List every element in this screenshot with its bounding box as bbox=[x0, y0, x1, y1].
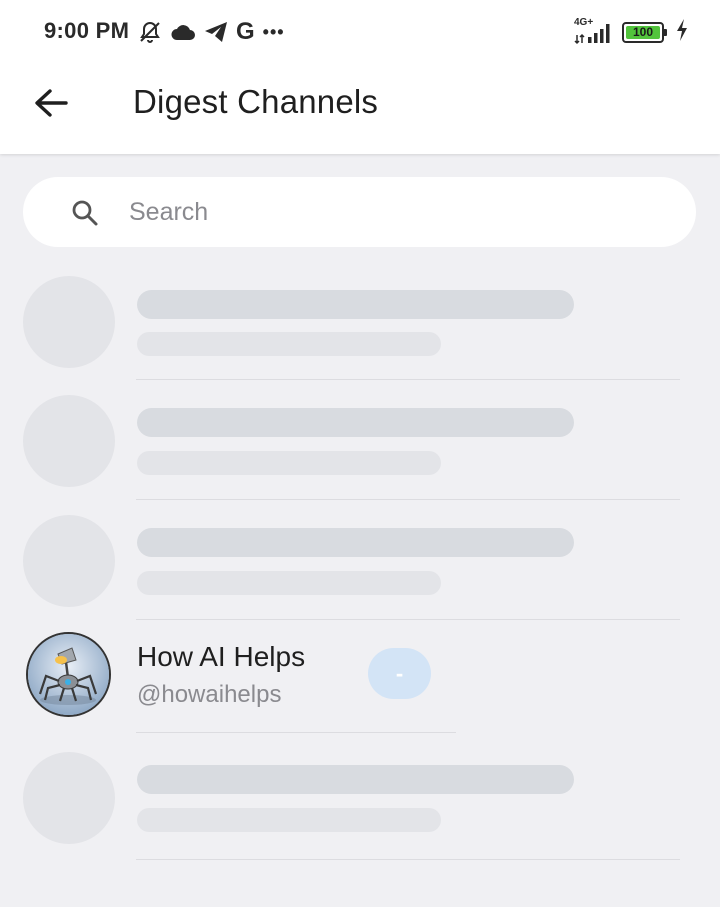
channel-skeleton-row bbox=[0, 381, 720, 500]
channel-skeleton-row bbox=[0, 738, 720, 860]
signal-icon: 4G+ bbox=[574, 17, 614, 45]
status-notification-icons: G ••• bbox=[138, 18, 285, 46]
channel-avatar bbox=[26, 632, 111, 717]
skeleton-avatar bbox=[23, 276, 115, 368]
charging-bolt-icon bbox=[676, 18, 688, 46]
skeleton-subtitle-line bbox=[137, 571, 441, 595]
skeleton-title-line bbox=[137, 290, 574, 319]
skeleton-avatar bbox=[23, 515, 115, 607]
app-bar: 9:00 PM G ••• 4G+ 100 Digest Channels bbox=[0, 0, 720, 154]
telegram-icon bbox=[204, 21, 228, 43]
row-divider bbox=[136, 499, 680, 500]
row-divider bbox=[136, 859, 680, 860]
skeleton-avatar bbox=[23, 752, 115, 844]
more-dots-icon: ••• bbox=[262, 22, 285, 42]
search-icon bbox=[71, 199, 99, 232]
channel-name: How AI Helps bbox=[137, 641, 306, 672]
cloud-icon bbox=[170, 22, 196, 42]
status-system-icons: 4G+ 100 bbox=[574, 17, 688, 46]
robot-spider-lamp-icon bbox=[28, 634, 109, 715]
battery-icon: 100 bbox=[622, 21, 667, 43]
search-input[interactable] bbox=[129, 191, 669, 233]
channel-item[interactable]: How AI Helps @howaihelps - bbox=[0, 621, 720, 733]
page-title: Digest Channels bbox=[133, 83, 379, 120]
status-time: 9:00 PM bbox=[44, 18, 130, 43]
skeleton-subtitle-line bbox=[137, 808, 441, 832]
arrow-left-icon bbox=[35, 89, 68, 117]
skeleton-title-line bbox=[137, 765, 574, 794]
channel-skeleton-row bbox=[0, 262, 720, 381]
row-divider bbox=[136, 732, 456, 733]
channel-status-badge[interactable]: - bbox=[368, 648, 431, 699]
channel-skeleton-row bbox=[0, 501, 720, 620]
google-icon: G bbox=[236, 18, 255, 45]
skeleton-subtitle-line bbox=[137, 332, 441, 356]
status-bar: 9:00 PM G ••• 4G+ 100 bbox=[0, 0, 720, 64]
search-bar[interactable] bbox=[23, 177, 696, 247]
channel-handle: @howaihelps bbox=[137, 681, 282, 708]
battery-level: 100 bbox=[626, 25, 660, 39]
skeleton-title-line bbox=[137, 528, 574, 557]
mute-alarm-icon bbox=[138, 20, 162, 44]
skeleton-title-line bbox=[137, 408, 574, 437]
skeleton-subtitle-line bbox=[137, 451, 441, 475]
back-button[interactable] bbox=[28, 80, 74, 126]
row-divider bbox=[136, 379, 680, 380]
row-divider bbox=[136, 619, 680, 620]
skeleton-avatar bbox=[23, 395, 115, 487]
